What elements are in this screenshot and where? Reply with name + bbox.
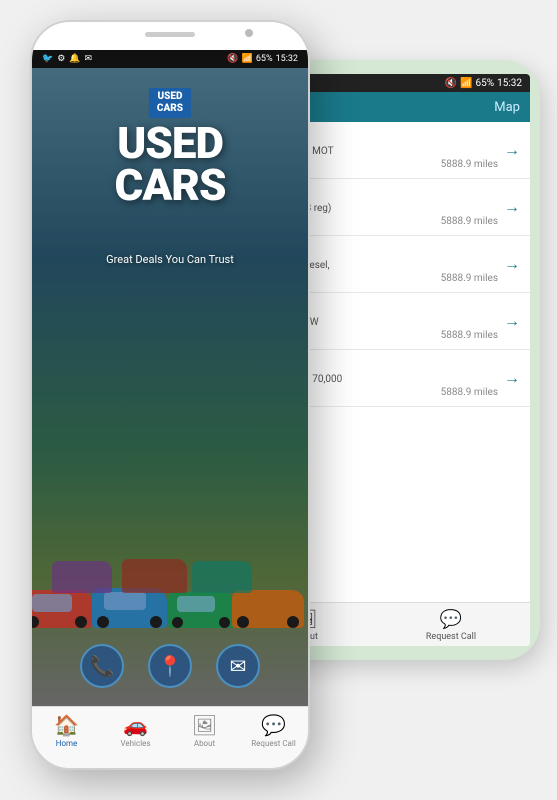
hero-tagline: Great Deals You Can Trust [106,253,234,266]
mute-icon: 🔇 [445,78,457,89]
map-link[interactable]: Map [494,100,520,115]
request-call-nav-icon: 💬 [261,713,286,737]
status-right: 🔇 📶 65% 15:32 [227,54,298,64]
request-call-nav-label: Request Call [251,739,296,748]
email-button[interactable]: ✉ [216,644,260,688]
time-display: 15:32 [497,78,522,89]
about-nav-label: About [194,739,215,748]
nav-about[interactable]: 🖼 About [179,713,231,748]
car-item-arrow: → [504,197,520,217]
vehicles-icon: 🚗 [123,713,148,737]
used-cars-logo: USED CARS [149,88,191,118]
home-icon: 🏠 [54,713,79,737]
back-tab-request-call[interactable]: 💬 Request Call [426,609,476,642]
logo-line2: CARS [157,103,183,115]
mute-status-icon: 🔇 [227,54,238,64]
logo-line1: USED [157,91,183,103]
email-icon: ✉ [230,654,247,678]
mail-icon: ✉ [85,54,93,64]
iphone-screen: USED CARS USEDCARS Great Deals You Can T… [32,68,308,706]
front-camera [245,29,253,37]
front-phone: 🐦 ⚙ 🔔 ✉ 🔇 📶 65% 15:32 [30,20,310,770]
hero-actions: 📞 📍 ✉ [80,644,260,688]
gear-icon: ⚙ [57,54,65,64]
phone-button[interactable]: 📞 [80,644,124,688]
location-icon: 📍 [158,654,183,678]
home-label: Home [56,739,78,748]
iphone-status-bar: 🐦 ⚙ 🔔 ✉ 🔇 📶 65% 15:32 [32,50,308,68]
status-left: 🐦 ⚙ 🔔 ✉ [42,54,92,64]
hero-section: USED CARS USEDCARS Great Deals You Can T… [32,68,308,706]
speaker-grille [145,32,195,37]
location-button[interactable]: 📍 [148,644,192,688]
car-item-arrow: → [504,140,520,160]
car-item-arrow: → [504,368,520,388]
bell-icon: 🔔 [69,54,80,64]
twitter-icon: 🐦 [42,54,53,64]
car-item-arrow: → [504,254,520,274]
scene: 🔇 📶 65% 15:32 Ford Map RS 2000 k, Blue, … [0,0,557,800]
battery-percent: 65% [256,54,273,64]
nav-request-call[interactable]: 💬 Request Call [248,713,300,748]
iphone-top [32,22,308,50]
car-item-arrow: → [504,311,520,331]
wifi-icon: 📶 [460,78,472,89]
battery-text: 65% [476,78,495,89]
clock: 15:32 [276,54,298,64]
hero-title: USEDCARS [114,123,225,207]
signal-icon: 📶 [242,54,253,64]
status-icons: 🔇 📶 65% 15:32 [445,78,522,89]
nav-home[interactable]: 🏠 Home [41,713,93,748]
request-call-icon: 💬 [440,609,462,630]
nav-vehicles[interactable]: 🚗 Vehicles [110,713,162,748]
iphone-nav: 🏠 Home 🚗 Vehicles 🖼 About 💬 Request Call [32,706,308,768]
vehicles-label: Vehicles [120,739,150,748]
about-nav-icon: 🖼 [192,713,217,737]
phone-icon: 📞 [90,654,115,678]
request-call-label: Request Call [426,632,476,642]
